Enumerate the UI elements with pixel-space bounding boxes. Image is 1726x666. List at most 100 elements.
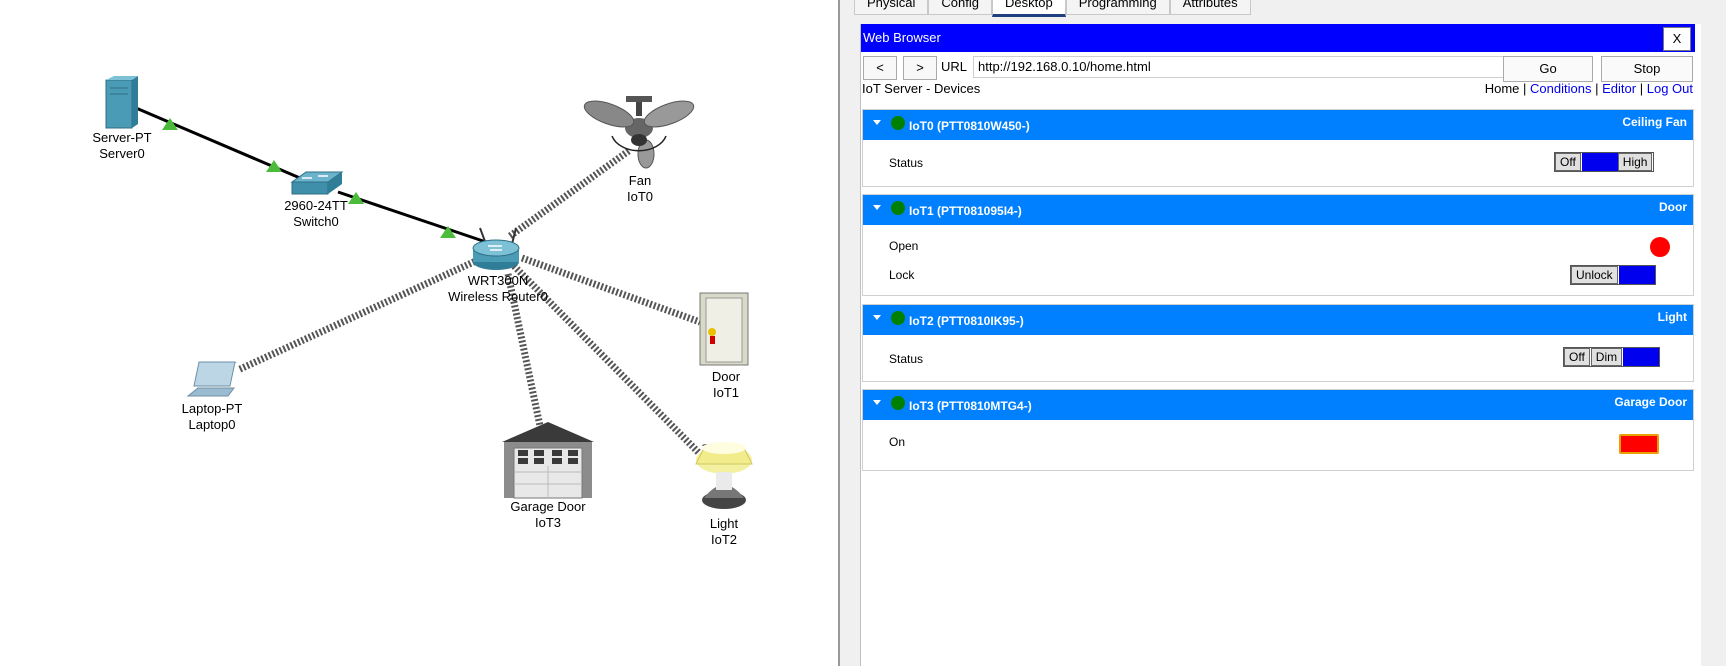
collapse-caret-icon[interactable] [873, 205, 881, 210]
device-model: 2960-24TT [284, 198, 348, 213]
option-off[interactable]: Off [1555, 153, 1581, 171]
link-conditions[interactable]: Conditions [1530, 81, 1591, 96]
device-label-router: WRT300N Wireless Router0 [448, 273, 548, 305]
status-dot-icon [891, 311, 905, 325]
page-title: IoT Server - Devices [862, 81, 981, 96]
link-separator: | [1639, 81, 1644, 96]
option-selected[interactable] [1623, 348, 1660, 366]
device-label-fan: Fan IoT0 [627, 173, 653, 205]
option-off[interactable]: Off [1564, 348, 1590, 366]
device-type: Door [1659, 200, 1687, 214]
garage-door-icon[interactable] [502, 422, 594, 499]
device-name: IoT3 (PTT0810MTG4-) [909, 399, 1032, 413]
browser-title-bar: Web Browser X [861, 24, 1695, 52]
device-card-iot2: IoT2 (PTT0810IK95-) Light Status Off Dim [862, 304, 1694, 382]
device-type: Garage Door [1614, 395, 1687, 409]
prop-label-status: Status [889, 352, 924, 366]
door-lock-control[interactable]: Unlock [1570, 265, 1656, 285]
device-name: Wireless Router0 [448, 289, 548, 304]
close-button[interactable]: X [1663, 27, 1691, 51]
collapse-caret-icon[interactable] [873, 400, 881, 405]
link-logout[interactable]: Log Out [1647, 81, 1693, 96]
device-header[interactable]: IoT1 (PTT081095I4-) Door [863, 195, 1693, 225]
device-name: IoT2 (PTT0810IK95-) [909, 314, 1024, 328]
device-model: Garage Door [510, 499, 586, 514]
device-name: IoT2 [710, 532, 738, 547]
collapse-caret-icon[interactable] [873, 120, 881, 125]
wireless-router-icon[interactable] [472, 227, 520, 270]
tab-bar: Physical Config Desktop Programming Attr… [854, 0, 1251, 17]
prop-label-on: On [889, 435, 906, 449]
device-name: IoT3 [534, 515, 561, 530]
link-separator: | [1523, 81, 1527, 96]
lamp-icon[interactable] [695, 442, 753, 509]
device-header[interactable]: IoT2 (PTT0810IK95-) Light [863, 305, 1693, 335]
device-name: Server0 [99, 146, 145, 161]
fan-status-control[interactable]: Off High [1554, 152, 1655, 172]
option-dim[interactable]: Dim [1590, 348, 1623, 366]
tab-desktop[interactable]: Desktop [992, 0, 1066, 17]
status-dot-icon [891, 116, 905, 130]
device-card-iot1: IoT1 (PTT081095I4-) Door Open Lock Unloc… [862, 194, 1694, 296]
link-home[interactable]: Home [1485, 81, 1520, 96]
stop-button[interactable]: Stop [1601, 56, 1693, 82]
device-name: IoT0 (PTT0810W450-) [909, 119, 1030, 133]
tab-programming[interactable]: Programming [1065, 0, 1170, 15]
device-name: IoT1 (PTT081095I4-) [909, 204, 1022, 218]
url-label: URL [941, 59, 968, 74]
device-header[interactable]: IoT3 (PTT0810MTG4-) Garage Door [863, 390, 1693, 420]
option-selected[interactable] [1618, 266, 1655, 284]
server-icon[interactable] [105, 76, 138, 129]
link-separator: | [1595, 81, 1599, 96]
page-nav-links: Home | Conditions | Editor | Log Out [1485, 81, 1693, 96]
link-editor[interactable]: Editor [1602, 81, 1636, 96]
laptop-icon[interactable] [186, 361, 238, 397]
device-name: Switch0 [293, 214, 339, 229]
open-indicator [1650, 237, 1670, 257]
status-dot-icon [891, 201, 905, 215]
device-header[interactable]: IoT0 (PTT0810W450-) Ceiling Fan [863, 110, 1693, 140]
device-config-window: Physical Config Desktop Programming Attr… [840, 0, 1726, 666]
option-selected[interactable] [1581, 153, 1618, 171]
prop-label-lock: Lock [889, 268, 915, 282]
device-model: WRT300N [467, 273, 529, 288]
prop-label-status: Status [889, 156, 924, 170]
device-label-light: Light IoT2 [710, 516, 738, 548]
option-high[interactable]: High [1617, 153, 1653, 171]
browser-title: Web Browser [863, 30, 941, 45]
browser-nav-bar: < > URL Go Stop [861, 55, 1693, 82]
light-status-control[interactable]: Off Dim [1563, 347, 1661, 367]
device-label-laptop: Laptop-PT Laptop0 [182, 401, 243, 433]
option-unlock[interactable]: Unlock [1571, 266, 1618, 284]
wireless-router-door [520, 254, 702, 326]
tab-physical[interactable]: Physical [854, 0, 929, 15]
device-label-garage: Garage Door IoT3 [510, 499, 585, 531]
forward-button[interactable]: > [903, 56, 937, 80]
collapse-caret-icon[interactable] [873, 315, 881, 320]
garage-on-toggle[interactable] [1619, 434, 1659, 454]
wireless-router-laptop [236, 256, 480, 374]
device-name: IoT0 [626, 189, 654, 204]
device-name: Laptop0 [188, 417, 236, 432]
tab-config[interactable]: Config [928, 0, 992, 15]
web-browser-app: Web Browser X < > URL Go Stop IoT Server… [860, 24, 1701, 666]
device-model: Door [711, 369, 741, 384]
link-up-indicator [348, 192, 364, 204]
logical-workspace[interactable]: Server-PT Server0 2960-24TT Switch0 WRT3… [0, 0, 838, 666]
go-button[interactable]: Go [1503, 56, 1593, 82]
switch-icon[interactable] [290, 171, 344, 195]
back-button[interactable]: < [863, 56, 897, 80]
tab-attributes[interactable]: Attributes [1169, 0, 1251, 15]
device-name: IoT1 [712, 385, 739, 400]
ceiling-fan-icon[interactable] [581, 96, 697, 169]
device-label-server: Server-PT Server0 [92, 130, 151, 162]
url-input[interactable] [973, 56, 1523, 78]
device-label-switch: 2960-24TT Switch0 [284, 198, 348, 230]
device-type: Ceiling Fan [1622, 115, 1687, 129]
door-icon[interactable] [699, 292, 749, 366]
device-model: Server-PT [92, 130, 152, 145]
device-model: Light [709, 516, 739, 531]
link-server-switch [135, 106, 315, 186]
status-dot-icon [891, 396, 905, 410]
device-model: Laptop-PT [181, 401, 243, 416]
